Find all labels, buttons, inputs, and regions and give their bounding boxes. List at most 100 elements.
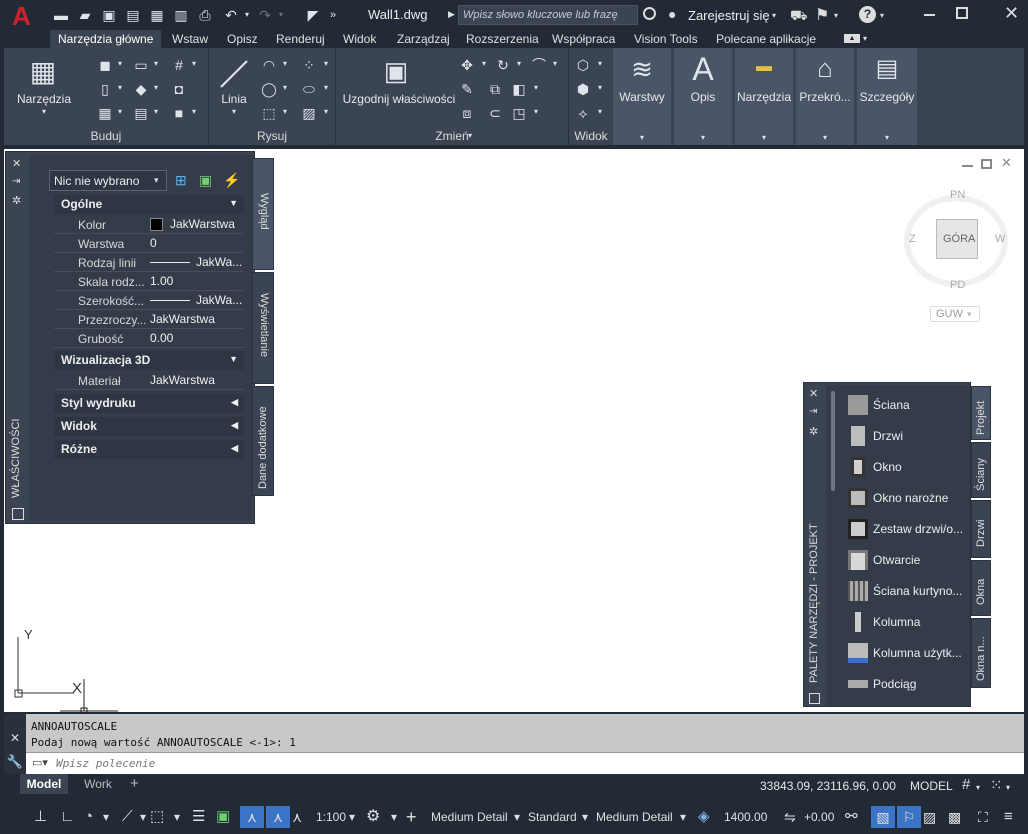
cart-icon[interactable]: ⛟ [790, 7, 808, 26]
annotation-visibility-icon[interactable]: ⋏ [240, 806, 264, 828]
mirror-dropdown-icon[interactable]: ▾ [532, 84, 540, 92]
grid-display-icon[interactable]: # [962, 776, 970, 793]
object-snap-icon[interactable]: ⬚ [150, 806, 164, 828]
elevation-icon[interactable]: ◈ [698, 806, 710, 828]
tab-wstaw[interactable]: Wstaw [172, 30, 208, 48]
fillet-icon[interactable]: ⌒ [530, 56, 548, 74]
help-dropdown-icon[interactable]: ▾ [880, 11, 884, 20]
grid-dropdown-icon[interactable]: ▾ [190, 60, 198, 68]
quick-select-icon[interactable]: ⚡ [223, 172, 240, 189]
redo-icon[interactable]: ↷ [256, 6, 274, 24]
lineweight-icon[interactable]: ☰ [192, 806, 205, 828]
standard-dropdown-icon[interactable]: ▾ [582, 806, 588, 828]
toolpalette-scrollbar[interactable] [831, 391, 835, 491]
tab-dane-dodatkowe[interactable]: Dane dodatkowe [252, 386, 274, 496]
workspace-dropdown-icon[interactable]: ▾ [391, 806, 397, 828]
selection-cycling-icon[interactable]: ▣ [216, 806, 230, 828]
slab-icon[interactable]: ■ [170, 104, 188, 122]
section-widok[interactable]: Widok ◀ [54, 417, 244, 436]
select-objects-icon[interactable]: ▣ [199, 172, 212, 189]
wall-dropdown-icon[interactable]: ▾ [116, 60, 124, 68]
more-commands-icon[interactable]: » [326, 6, 340, 24]
uzgodnij-wlasciwosci-button[interactable]: Uzgodnij właściwości [336, 92, 462, 106]
grid-icon[interactable]: # [170, 56, 188, 74]
tab-wyswietlanie[interactable]: Wyświetlanie [252, 272, 274, 384]
standard-dropdown[interactable]: Standard [528, 806, 577, 828]
linia-dropdown-icon[interactable]: ▾ [230, 108, 238, 116]
display-config-dropdown-icon[interactable]: ▾ [514, 806, 520, 828]
offset-icon[interactable]: ⇋ [784, 806, 796, 828]
command-customize-icon[interactable]: 🔧 [4, 750, 26, 774]
tool-item[interactable]: Kolumna użytk... [844, 639, 970, 667]
section-wizualizacja-3d[interactable]: Wizualizacja 3D ▼ [54, 351, 244, 370]
door-dropdown-icon[interactable]: ▾ [116, 84, 124, 92]
fullscreen-icon[interactable]: ⛶ [978, 806, 988, 828]
szczegoly-panel[interactable]: ▤ Szczegóły ▾ [857, 48, 917, 145]
model-space-button[interactable]: MODEL [910, 779, 953, 793]
ribbon-minimize-dropdown-icon[interactable]: ▾ [863, 34, 867, 43]
isolate-icon[interactable]: ⚯ [845, 806, 858, 828]
window-icon[interactable]: ▭ [132, 56, 150, 74]
narzedzia2-panel[interactable]: ▬ Narzędzia ▾ [735, 48, 793, 145]
autocad-logo[interactable]: A [12, 3, 38, 29]
window-dropdown-icon[interactable]: ▾ [152, 60, 160, 68]
copy-icon[interactable]: ⧉ [486, 80, 504, 98]
view-3d-icon[interactable]: ⬡ [574, 56, 592, 74]
property-row[interactable]: Skala rodz... 1.00 [54, 272, 244, 291]
viewport-close-icon[interactable]: ✕ [1001, 155, 1012, 171]
tool-item[interactable]: Podciąg [844, 670, 970, 698]
viewcube-west[interactable]: Z [909, 233, 916, 245]
polar-icon[interactable]: ◔ [84, 806, 93, 828]
save-icon[interactable]: ▣ [100, 6, 118, 24]
tab-okna-n[interactable]: Okna n... [971, 618, 991, 688]
curtain-wall-dropdown-icon[interactable]: ▾ [152, 108, 160, 116]
space-icon[interactable]: ◘ [170, 80, 188, 98]
warstwy-panel[interactable]: ≋ Warstwy ▾ [613, 48, 671, 145]
tab-projekt[interactable]: Projekt [971, 386, 991, 440]
panel-title-zmien[interactable]: Zmień [336, 128, 568, 144]
toolpalette-bottom-icon[interactable] [809, 693, 820, 704]
move-dropdown-icon[interactable]: ▾ [480, 60, 488, 68]
tab-wspolpraca[interactable]: Współpraca [552, 30, 615, 48]
viewcube-east[interactable]: W [995, 233, 1005, 245]
hardware-acceleration-icon[interactable]: ▧ [871, 806, 895, 828]
connect-dropdown-icon[interactable]: ▾ [834, 11, 838, 20]
view-iso-icon[interactable]: ⬢ [574, 80, 592, 98]
line-tool-icon[interactable] [218, 58, 250, 90]
tab-model[interactable]: Model [20, 774, 68, 794]
tool-item[interactable]: Kolumna [844, 608, 970, 636]
save-export-icon[interactable]: ▦ [148, 6, 166, 24]
tab-wyglad[interactable]: Wygląd [252, 158, 274, 270]
tool-item[interactable]: Ściana kurtyno... [844, 577, 970, 605]
viewport-restore-icon[interactable] [981, 159, 992, 169]
command-input[interactable]: ▭▾ Wpisz polecenie [26, 752, 1024, 774]
view-section-dropdown-icon[interactable]: ▾ [596, 108, 604, 116]
workspace-icon[interactable]: ◤ [304, 6, 322, 24]
viewcube-south[interactable]: PD [950, 279, 965, 291]
section-ogolne[interactable]: Ogólne ▼ [54, 195, 244, 214]
tab-renderuj[interactable]: Renderuj [276, 30, 325, 48]
search-input[interactable]: Wpisz słowo kluczowe lub frazę [458, 5, 638, 25]
toolpalette-pin-icon[interactable]: ⇥ [809, 406, 817, 417]
fillet-dropdown-icon[interactable]: ▾ [551, 60, 559, 68]
opis-panel[interactable]: A Opis ▾ [674, 48, 732, 145]
viewcube-north[interactable]: PN [950, 189, 965, 201]
mirror-icon[interactable]: ◧ [510, 80, 528, 98]
hatch-dropdown-icon[interactable]: ▾ [322, 108, 330, 116]
maximize-icon[interactable] [956, 7, 968, 19]
add-icon[interactable]: + [406, 806, 417, 828]
linia-button[interactable]: Linia [212, 92, 256, 106]
layer-move-icon[interactable]: ◳ [510, 104, 528, 122]
point-icon[interactable]: ⁘ [300, 56, 318, 74]
object-snap-dropdown-icon[interactable]: ▾ [174, 806, 180, 828]
new-file-icon[interactable]: ▬ [52, 6, 70, 24]
view-3d-dropdown-icon[interactable]: ▾ [596, 60, 604, 68]
tool-item[interactable]: Drzwi [844, 422, 970, 450]
minimize-icon[interactable] [924, 14, 935, 16]
hatch-icon[interactable]: ▨ [300, 104, 318, 122]
elevation-value[interactable]: 1400.00 [724, 806, 767, 828]
tab-widok[interactable]: Widok [343, 30, 376, 48]
open-folder-icon[interactable]: ▰ [76, 6, 94, 24]
toggle-pickadd-icon[interactable]: ⊞ [175, 172, 187, 189]
grid-dropdown-icon[interactable]: ▾ [976, 783, 980, 792]
